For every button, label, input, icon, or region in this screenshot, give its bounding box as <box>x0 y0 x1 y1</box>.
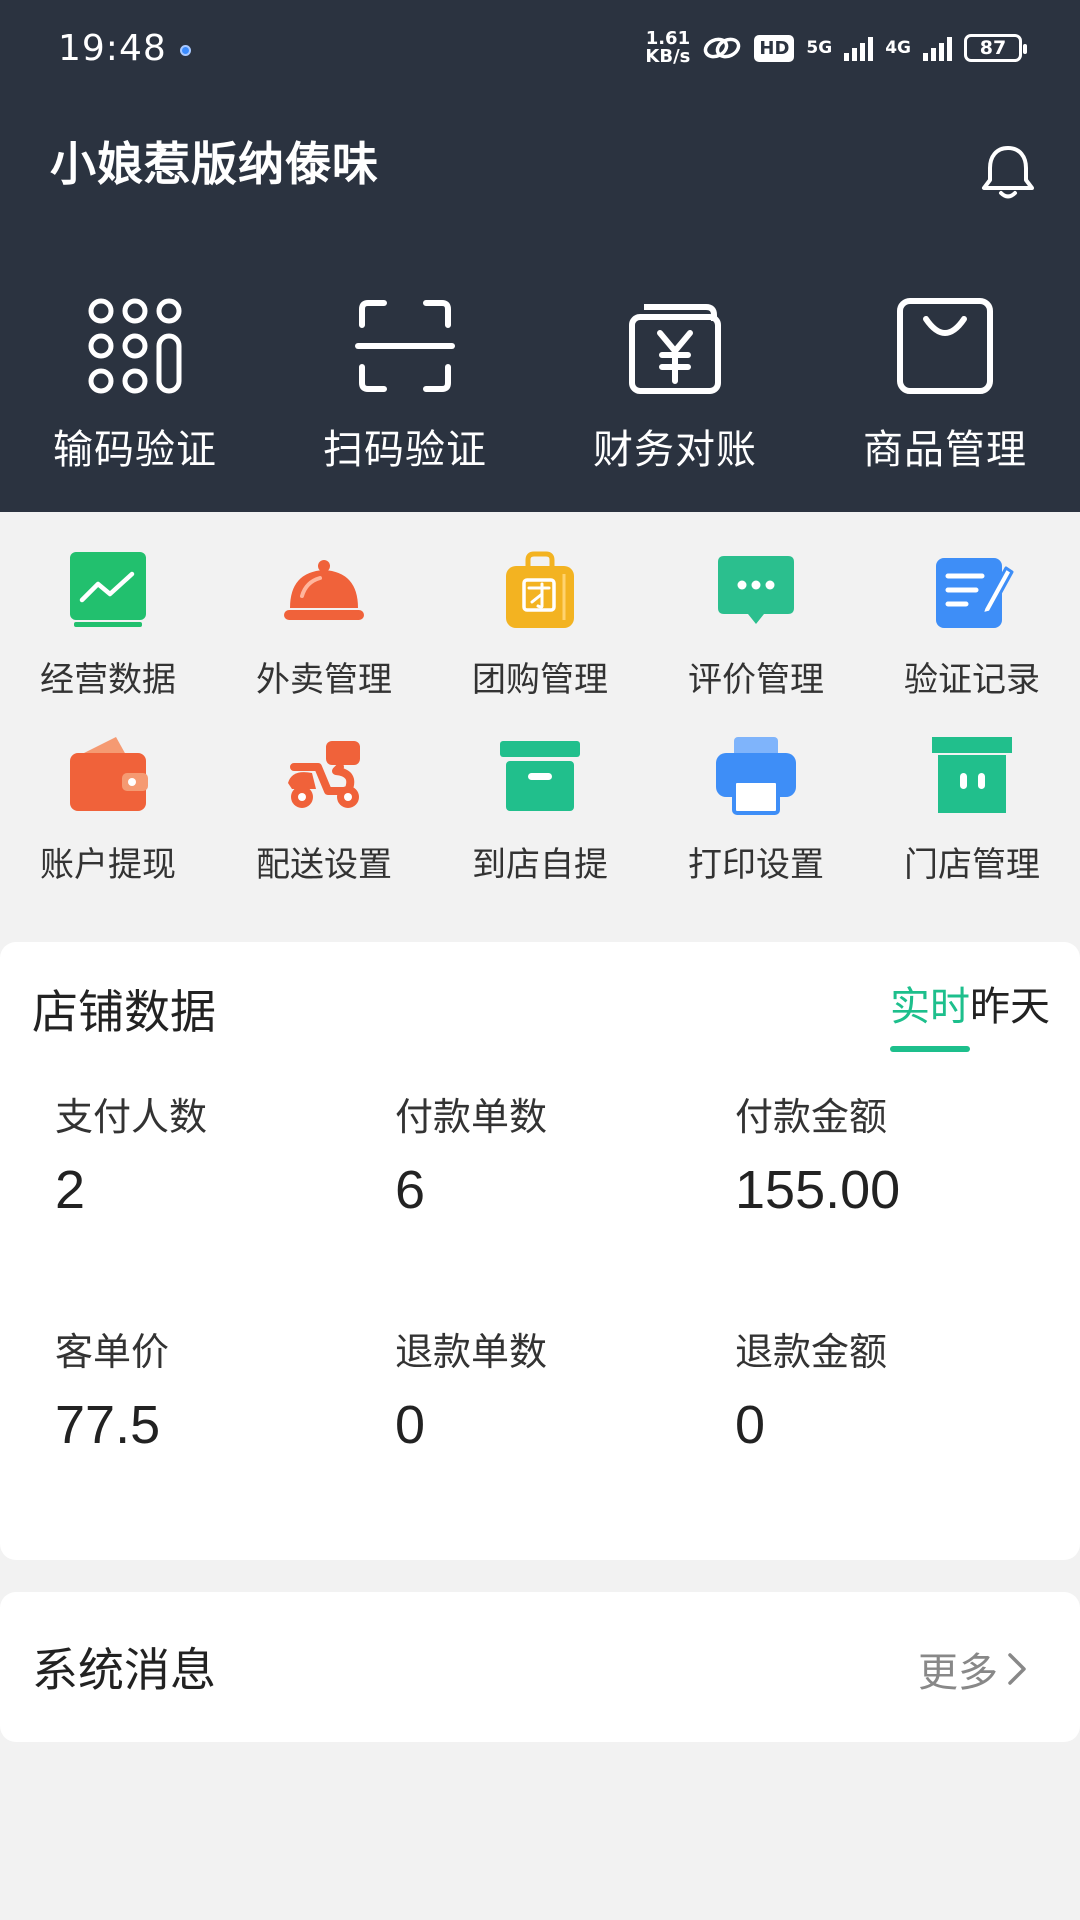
time-range-tabs: 实时 昨天 <box>890 974 1050 1052</box>
keypad-icon <box>88 298 182 394</box>
hd-badge: HD <box>754 34 795 62</box>
top-action-label: 财务对账 <box>593 427 757 473</box>
grid-item-verify-records[interactable]: 验证记录 <box>864 548 1080 733</box>
metric-payers[interactable]: 支付人数 2 <box>0 1086 340 1321</box>
bell-icon[interactable] <box>978 142 1038 202</box>
grid-item-label: 门店管理 <box>904 845 1040 885</box>
wallet-icon <box>70 737 148 811</box>
grid-item-business-data[interactable]: 经营数据 <box>0 548 216 733</box>
shopping-bag-icon <box>897 298 993 394</box>
finance-reconcile-button[interactable]: 财务对账 <box>540 295 810 475</box>
grid-item-label: 评价管理 <box>688 660 824 700</box>
grid-item-pickup[interactable]: 到店自提 <box>432 733 648 918</box>
signal-5g-icon <box>844 35 874 61</box>
chevron-right-icon <box>1008 1653 1026 1685</box>
metric-refund-orders[interactable]: 退款单数 0 <box>340 1321 680 1556</box>
metric-value: 77.5 <box>55 1395 161 1455</box>
network-speed: 1.61 KB/s <box>645 30 690 66</box>
store-icon <box>932 737 1012 813</box>
network-4g: 4G <box>885 38 911 58</box>
top-actions: 输码验证 扫码验证 财务对账 商品管理 <box>0 295 1080 475</box>
grid-item-print-settings[interactable]: 打印设置 <box>648 733 864 918</box>
metric-paid-amount[interactable]: 付款金额 155.00 <box>680 1086 1020 1321</box>
metric-label: 客单价 <box>55 1330 170 1374</box>
store-name[interactable]: 小娘惹版纳傣味 <box>50 128 379 194</box>
metric-label: 付款金额 <box>735 1095 888 1139</box>
scooter-icon <box>288 741 360 808</box>
scan-icon <box>355 300 455 392</box>
grid-item-store-manage[interactable]: 门店管理 <box>864 733 1080 918</box>
top-action-label: 商品管理 <box>863 427 1027 473</box>
header: 19:48 1.61 KB/s HD 5G 4G 87 小娘惹版纳傣味 输码验证… <box>0 0 1080 512</box>
metric-label: 支付人数 <box>55 1095 208 1139</box>
tab-yesterday[interactable]: 昨天 <box>970 974 1050 1042</box>
scan-verify-button[interactable]: 扫码验证 <box>270 295 540 475</box>
metric-label: 付款单数 <box>395 1095 548 1139</box>
top-action-label: 输码验证 <box>53 427 217 473</box>
network-5g: 5G <box>806 38 833 58</box>
group-buy-icon <box>506 551 574 628</box>
metric-value: 155.00 <box>735 1160 901 1220</box>
top-action-label: 扫码验证 <box>323 427 487 473</box>
grid-item-delivery[interactable]: 配送设置 <box>216 733 432 918</box>
metric-value: 0 <box>735 1395 766 1455</box>
more-messages-link[interactable]: 更多 <box>918 1640 1030 1698</box>
grid-item-withdraw[interactable]: 账户提现 <box>0 733 216 918</box>
system-messages-title: 系统消息 <box>32 1643 216 1697</box>
comment-icon <box>718 556 794 624</box>
grid-item-group-buy[interactable]: 团购管理 <box>432 548 648 733</box>
notification-dot-icon <box>180 45 191 56</box>
more-label: 更多 <box>918 1650 998 1696</box>
metric-value: 2 <box>55 1160 86 1220</box>
signal-4g-icon <box>923 35 952 61</box>
battery-level: 87 <box>979 37 1007 59</box>
box-icon <box>500 741 580 811</box>
metric-label: 退款金额 <box>735 1330 888 1374</box>
grid-item-label: 验证记录 <box>904 660 1040 700</box>
grid-item-label: 打印设置 <box>688 845 824 885</box>
grid-item-label: 外卖管理 <box>256 660 392 700</box>
metrics-grid: 支付人数 2 付款单数 6 付款金额 155.00 客单价 77.5 退款单数 … <box>0 1086 1080 1556</box>
metric-paid-orders[interactable]: 付款单数 6 <box>340 1086 680 1321</box>
metric-refund-amount[interactable]: 退款金额 0 <box>680 1321 1020 1556</box>
status-time: 19:48 <box>58 28 167 69</box>
yuan-wallet-icon <box>629 304 721 394</box>
battery-icon: 87 <box>964 34 1027 62</box>
network-speed-unit: KB/s <box>645 46 691 67</box>
tab-realtime[interactable]: 实时 <box>890 974 970 1052</box>
grid-item-label: 到店自提 <box>472 845 608 885</box>
metric-avg-order-value[interactable]: 客单价 77.5 <box>0 1321 340 1556</box>
feature-grid: 经营数据 外卖管理 团购管理 评价管理 验证记录 账户提现 配送设置 到店自提 … <box>0 548 1080 918</box>
grid-item-label: 账户提现 <box>40 845 176 885</box>
grid-item-takeout[interactable]: 外卖管理 <box>216 548 432 733</box>
grid-item-reviews[interactable]: 评价管理 <box>648 548 864 733</box>
link-icon <box>704 37 741 59</box>
edit-doc-icon <box>936 558 1014 628</box>
status-icons: 1.61 KB/s HD 5G 4G 87 <box>645 28 1027 68</box>
product-manage-button[interactable]: 商品管理 <box>810 295 1080 475</box>
grid-item-label: 团购管理 <box>472 660 608 700</box>
metric-label: 退款单数 <box>395 1330 548 1374</box>
metric-value: 0 <box>395 1395 426 1455</box>
status-bar: 19:48 1.61 KB/s HD 5G 4G 87 <box>0 0 1080 100</box>
cloche-icon <box>284 560 364 620</box>
store-data-title: 店铺数据 <box>32 985 216 1039</box>
grid-item-label: 经营数据 <box>40 660 176 700</box>
printer-icon <box>716 737 796 815</box>
code-verify-button[interactable]: 输码验证 <box>0 295 270 475</box>
grid-item-label: 配送设置 <box>256 845 392 885</box>
metric-value: 6 <box>395 1160 426 1220</box>
chart-icon <box>70 552 146 627</box>
